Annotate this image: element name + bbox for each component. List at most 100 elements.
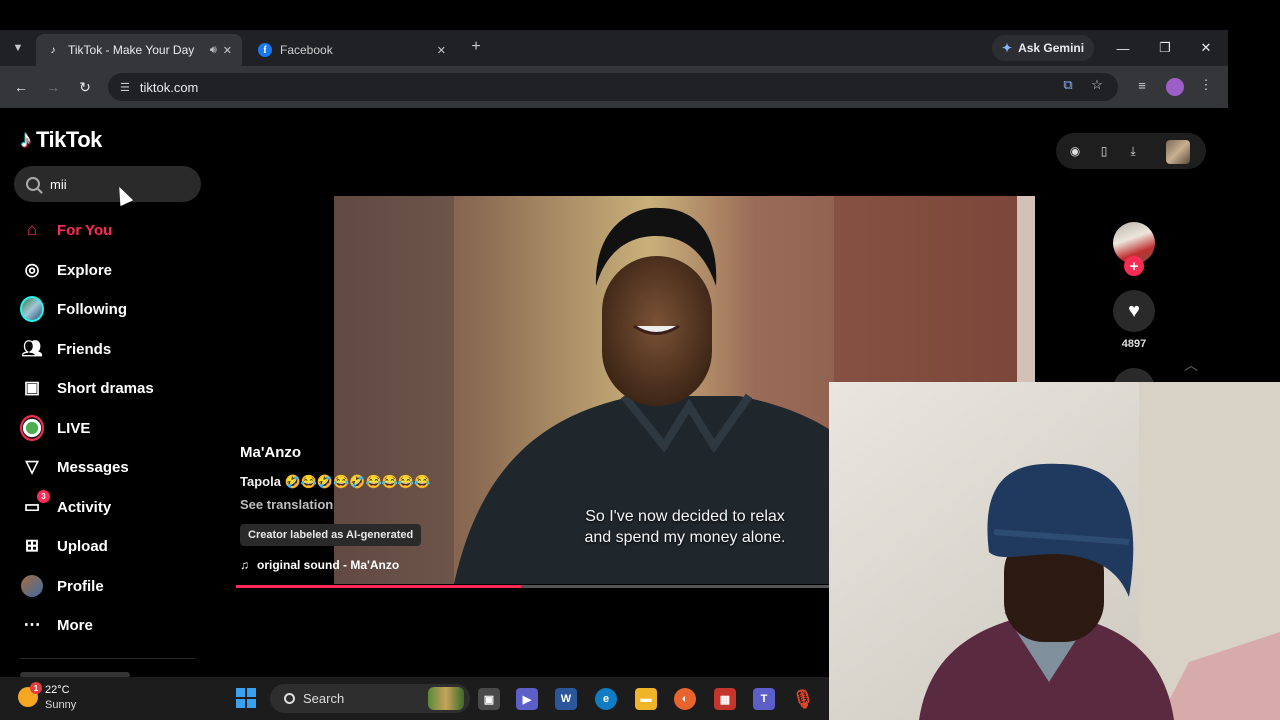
- firefox-icon[interactable]: ◐: [674, 688, 696, 710]
- nav-more[interactable]: ⋯ More: [20, 611, 93, 639]
- coin-icon[interactable]: ◉: [1065, 141, 1085, 161]
- tiktok-note-icon: ♪: [20, 126, 32, 153]
- close-tab-icon[interactable]: ✕: [437, 44, 446, 57]
- following-avatar-icon: [20, 296, 44, 322]
- nav-label: Upload: [57, 537, 108, 555]
- file-explorer-icon[interactable]: ▬: [635, 688, 657, 710]
- nav-label: Following: [57, 300, 127, 318]
- phone-icon[interactable]: ▯: [1094, 141, 1114, 161]
- nav-friends[interactable]: 👥︎ Friends: [20, 335, 111, 363]
- task-view-icon[interactable]: ▣: [478, 688, 500, 710]
- search-box[interactable]: [14, 166, 201, 202]
- close-tab-icon[interactable]: ✕: [223, 44, 232, 57]
- browser-profile-avatar[interactable]: [1166, 78, 1184, 96]
- tab-facebook[interactable]: f Facebook ✕: [248, 34, 456, 66]
- profile-avatar-icon: [20, 574, 44, 598]
- comment-button[interactable]: [1113, 368, 1155, 382]
- nav-label: Activity: [57, 498, 112, 516]
- download-icon[interactable]: ⤓: [1123, 141, 1143, 161]
- facebook-favicon-icon: f: [258, 43, 272, 57]
- reload-icon[interactable]: ↻: [74, 76, 96, 98]
- nav-live[interactable]: LIVE: [20, 414, 90, 442]
- sound-label: original sound - Ma'Anzo: [257, 558, 400, 572]
- nav-label: Friends: [57, 340, 112, 358]
- teams-meet-icon[interactable]: ▶: [516, 688, 538, 710]
- minimize-icon[interactable]: —: [1108, 36, 1138, 60]
- video-subtitle: So I've now decided to relax and spend m…: [550, 506, 820, 548]
- ask-gemini-button[interactable]: ✦ Ask Gemini: [992, 35, 1095, 61]
- tab-title: Facebook: [280, 43, 333, 57]
- weather-badge: 1: [30, 682, 42, 694]
- taskbar-search[interactable]: Search: [270, 684, 470, 713]
- search-highlight-image: [428, 687, 464, 710]
- friends-icon: 👥︎: [21, 339, 43, 358]
- video-caption: Tapola 🤣😂🤣😂🤣😂😂😂😂: [240, 474, 431, 489]
- nav-explore[interactable]: ◎ Explore: [20, 256, 112, 284]
- sound-link[interactable]: ♫ original sound - Ma'Anzo: [240, 558, 399, 572]
- home-icon: ⌂: [26, 220, 38, 239]
- speaker-icon[interactable]: 🔊︎: [210, 44, 217, 57]
- nav-activity[interactable]: ▭ 3 Activity: [20, 490, 112, 521]
- windows-start-icon[interactable]: [236, 688, 256, 708]
- ai-generated-label: Creator labeled as AI-generated: [240, 524, 422, 546]
- nav-short-dramas[interactable]: ▣ Short dramas: [20, 374, 154, 402]
- microphone-icon[interactable]: 🎙︎: [792, 688, 815, 710]
- send-icon: ▽: [25, 457, 39, 476]
- forward-arrow-icon[interactable]: →: [42, 76, 64, 98]
- edge-icon[interactable]: e: [595, 688, 617, 710]
- search-icon: [26, 177, 40, 191]
- nav-label: Profile: [57, 577, 104, 595]
- site-info-icon[interactable]: ☰: [120, 81, 130, 94]
- tiktok-logo[interactable]: ♪ TikTok: [20, 126, 102, 154]
- restore-icon[interactable]: ❐: [1150, 36, 1180, 60]
- tab-title: TikTok - Make Your Day: [68, 43, 195, 57]
- activity-icon: ▭ 3: [20, 490, 50, 519]
- new-tab-plus-icon[interactable]: +: [466, 37, 486, 57]
- back-arrow-icon[interactable]: ←: [10, 76, 32, 98]
- tiktok-favicon-icon: ♪: [50, 44, 56, 56]
- nav-messages[interactable]: ▽ Messages: [20, 453, 129, 481]
- music-note-icon: ♫: [240, 558, 249, 572]
- browser-toolbar: ← → ↻ ☰ tiktok.com ⧉ ☆ ≡ ⋮: [0, 66, 1228, 108]
- follow-plus-icon[interactable]: +: [1124, 256, 1144, 276]
- install-app-icon[interactable]: ⧉: [1057, 74, 1079, 96]
- video-author[interactable]: Ma'Anzo: [240, 444, 301, 461]
- word-icon[interactable]: W: [555, 688, 577, 710]
- compass-icon: ◎: [24, 260, 40, 279]
- chrome-menu-icon[interactable]: ⋮: [1195, 74, 1217, 96]
- sidebar-divider: [20, 658, 195, 659]
- close-window-icon[interactable]: ✕: [1191, 36, 1221, 60]
- nav-for-you[interactable]: ⌂ For You: [20, 216, 112, 244]
- media-controls-icon[interactable]: ≡: [1131, 74, 1153, 96]
- chevron-up-icon[interactable]: ︿: [1178, 352, 1204, 378]
- url-text: tiktok.com: [139, 79, 199, 95]
- search-icon: [284, 693, 295, 704]
- tab-search-chevron-icon[interactable]: ▼: [8, 38, 28, 58]
- video-progress-fill: [236, 585, 521, 588]
- tab-strip: ▼ ♪ TikTok - Make Your Day 🔊︎ ✕ f Facebo…: [0, 30, 1228, 66]
- film-icon: ▣: [23, 378, 41, 397]
- webcam-image: [829, 382, 1280, 720]
- weather-temperature: 22°C: [45, 684, 70, 696]
- webcam-overlay: [829, 382, 1280, 720]
- like-button[interactable]: ♥: [1113, 290, 1155, 332]
- live-icon: [20, 415, 44, 441]
- calendar-app-icon[interactable]: ▦: [714, 688, 736, 710]
- nav-label: Explore: [57, 261, 113, 279]
- tiktok-wordmark: TikTok: [36, 127, 102, 152]
- tab-tiktok[interactable]: ♪ TikTok - Make Your Day 🔊︎ ✕: [36, 34, 242, 66]
- address-bar[interactable]: ☰ tiktok.com: [108, 73, 1118, 101]
- nav-label: LIVE: [57, 419, 91, 437]
- nav-following[interactable]: Following: [20, 295, 127, 323]
- activity-badge: 3: [37, 490, 50, 503]
- subtitle-line-1: So I've now decided to relax: [585, 508, 785, 525]
- nav-upload[interactable]: ⊞ Upload: [20, 532, 108, 560]
- bookmark-star-icon[interactable]: ☆: [1086, 74, 1108, 96]
- teams-icon[interactable]: T: [753, 688, 775, 710]
- more-dots-icon: ⋯: [23, 615, 41, 634]
- nav-profile[interactable]: Profile: [20, 572, 104, 600]
- gemini-sparkle-icon: ✦: [1002, 41, 1013, 55]
- see-translation-link[interactable]: See translation: [240, 497, 333, 512]
- nav-label: Messages: [57, 458, 129, 476]
- user-avatar[interactable]: [1166, 140, 1190, 164]
